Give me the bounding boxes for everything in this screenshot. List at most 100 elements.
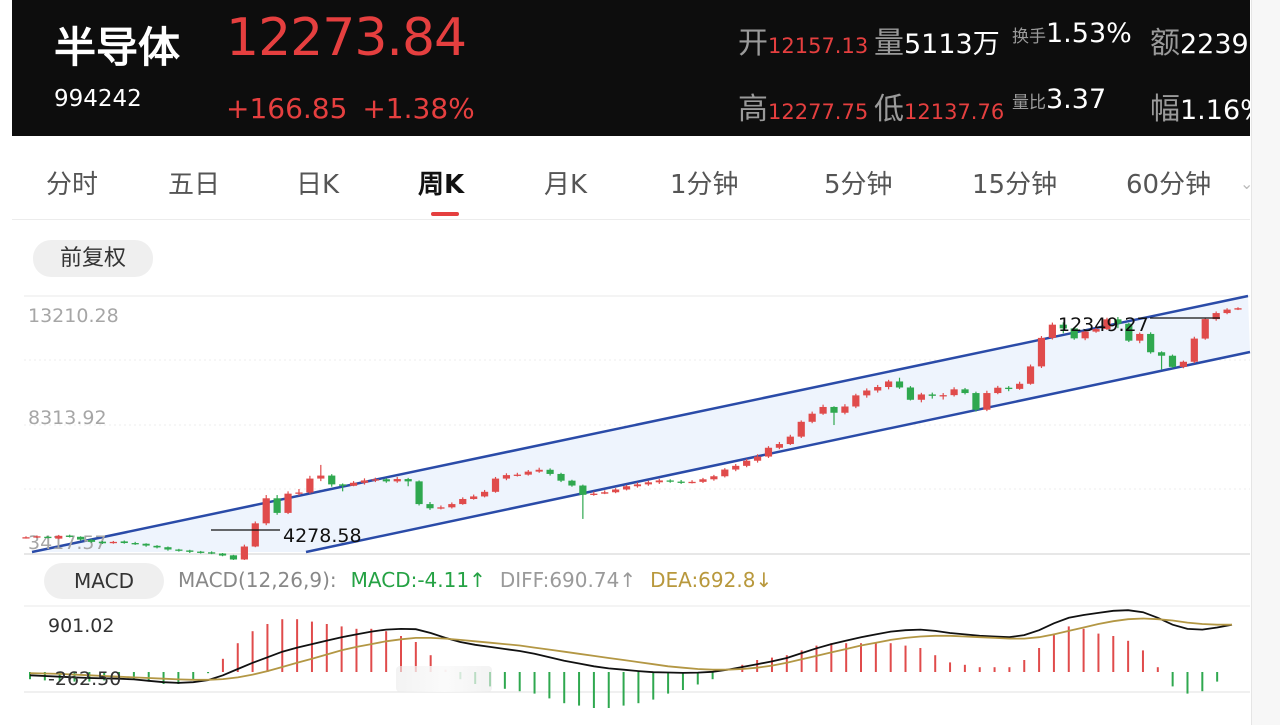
candle-body bbox=[382, 479, 390, 482]
candle-body bbox=[1037, 337, 1046, 367]
candle-body bbox=[557, 473, 565, 481]
candle-body bbox=[470, 496, 478, 499]
macd-histogram bbox=[29, 619, 1219, 708]
candle-body bbox=[131, 543, 139, 545]
candle-body bbox=[317, 475, 325, 479]
candle-body bbox=[371, 479, 380, 481]
candle-body bbox=[546, 469, 554, 474]
macd-axis-label-low: -262.50 bbox=[48, 668, 121, 690]
macd-axis-label-high: 901.02 bbox=[48, 615, 114, 637]
screen-edge bbox=[1251, 0, 1280, 725]
candle-body bbox=[983, 393, 991, 410]
candle-body bbox=[404, 479, 412, 482]
candle-body bbox=[33, 536, 41, 538]
candle-body bbox=[710, 476, 718, 480]
candle-body bbox=[87, 539, 96, 542]
candle-body bbox=[55, 535, 63, 539]
diff-line bbox=[29, 609, 1233, 684]
candle-body bbox=[1168, 355, 1177, 367]
candle-body bbox=[972, 393, 980, 410]
candle-body bbox=[568, 480, 576, 486]
macd-params-label: MACD(12,26,9): bbox=[178, 568, 337, 592]
candle-body bbox=[1026, 366, 1035, 384]
diff-value: DIFF:690.74↑ bbox=[499, 568, 637, 592]
candle-body bbox=[218, 553, 227, 556]
candle-body bbox=[699, 479, 707, 482]
candle-body bbox=[415, 481, 423, 505]
candle-body bbox=[284, 493, 292, 513]
macd-value: MACD:-4.11↑ bbox=[350, 568, 486, 592]
candle-body bbox=[502, 475, 511, 479]
candle-body bbox=[197, 551, 205, 553]
candle-body bbox=[786, 436, 794, 445]
candle-body bbox=[448, 504, 456, 508]
candle-body bbox=[164, 547, 172, 550]
candle-body bbox=[66, 535, 74, 537]
candle-body bbox=[480, 491, 489, 497]
candle-body bbox=[360, 480, 369, 483]
candle-body bbox=[44, 536, 52, 539]
candle-body bbox=[579, 485, 587, 495]
candle-body bbox=[601, 492, 609, 494]
candle-body bbox=[1005, 387, 1013, 390]
candle-body bbox=[1048, 324, 1056, 338]
candle-body bbox=[459, 498, 467, 505]
candle-body bbox=[884, 381, 893, 388]
candle-body bbox=[393, 479, 401, 482]
candle-body bbox=[753, 456, 762, 461]
candle-body bbox=[22, 537, 30, 539]
candle-body bbox=[142, 543, 150, 546]
candle-body bbox=[437, 507, 445, 509]
kline-chart[interactable]: 13210.28 8313.92 3417.57 12349.27 4278.5… bbox=[0, 0, 1280, 725]
candle-body bbox=[98, 541, 107, 544]
candle-body bbox=[677, 481, 685, 483]
min-price-label: 4278.58 bbox=[283, 525, 362, 547]
candle-body bbox=[622, 486, 631, 490]
candle-body bbox=[808, 413, 816, 422]
y-axis-label-mid: 8313.92 bbox=[28, 407, 107, 429]
candle-body bbox=[928, 394, 936, 396]
watermark-blur bbox=[396, 666, 492, 692]
candle-body bbox=[863, 390, 871, 396]
candle-body bbox=[1201, 319, 1209, 339]
candle-body bbox=[852, 395, 860, 407]
y-axis-label-low: 3417.57 bbox=[28, 532, 107, 554]
candle-body bbox=[295, 492, 303, 494]
candle-body bbox=[513, 474, 521, 476]
candle-body bbox=[1016, 383, 1024, 389]
candle-body bbox=[612, 489, 620, 493]
candle-body bbox=[1157, 352, 1166, 356]
candle-body bbox=[306, 478, 314, 493]
candle-body bbox=[339, 484, 347, 486]
candle-body bbox=[349, 482, 358, 486]
macd-values: MACD(12,26,9): MACD:-4.11↑ DIFF:690.74↑ DEA… bbox=[178, 568, 786, 592]
candle-body bbox=[906, 387, 915, 400]
candle-body bbox=[764, 447, 773, 457]
candle-body bbox=[229, 555, 238, 560]
candle-body bbox=[76, 536, 85, 540]
candle-body bbox=[208, 552, 216, 554]
indicator-select-button[interactable]: MACD bbox=[44, 563, 164, 599]
candle-body bbox=[535, 469, 543, 472]
candle-body bbox=[721, 469, 729, 477]
candle-body bbox=[830, 406, 838, 413]
candle-body bbox=[688, 481, 696, 484]
candle-body bbox=[633, 484, 642, 487]
candle-body bbox=[186, 550, 194, 552]
candle-body bbox=[175, 549, 183, 551]
candle-body bbox=[1147, 333, 1155, 353]
candle-body bbox=[655, 480, 663, 483]
candle-body bbox=[1234, 308, 1242, 310]
candle-body bbox=[1223, 309, 1231, 314]
candle-body bbox=[426, 504, 434, 509]
candle-body bbox=[109, 541, 117, 544]
candle-body bbox=[644, 482, 652, 485]
candle-body bbox=[524, 471, 532, 475]
candle-body bbox=[841, 406, 849, 413]
candle-body bbox=[1190, 338, 1198, 362]
candle-body bbox=[961, 389, 969, 394]
candle-body bbox=[120, 541, 128, 544]
candle-body bbox=[797, 421, 805, 437]
candle-body bbox=[950, 389, 958, 396]
candle-body bbox=[262, 498, 270, 524]
